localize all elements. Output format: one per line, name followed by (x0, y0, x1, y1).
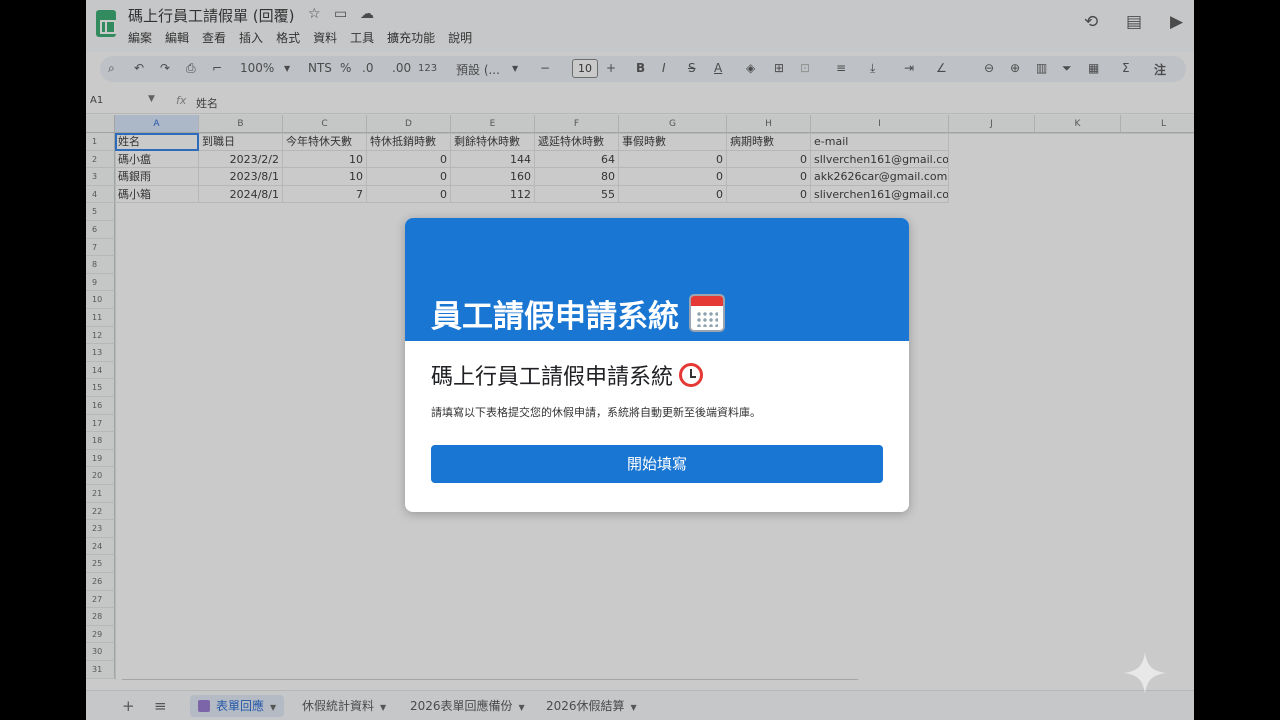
dialog-description: 請填寫以下表格提交您的休假申請，系統將自動更新至後端資料庫。 (431, 406, 761, 419)
banner-title-text: 員工請假申請系統 (431, 299, 679, 335)
banner-title: 員工請假申請系統 (431, 291, 725, 336)
sparkle-icon (1124, 652, 1166, 694)
dialog-subtitle-text: 碼上行員工請假申請系統 (431, 365, 674, 390)
dialog-banner: 員工請假申請系統 (405, 218, 909, 341)
start-filling-button[interactable]: 開始填寫 (431, 445, 883, 483)
alarm-clock-icon (679, 363, 704, 387)
spreadsheet-app: 碼上行員工請假單 (回覆) ☆ ▭ ☁ 編案 編輯 查看 插入 格式 資料 工具… (86, 0, 1194, 720)
leave-application-dialog: 員工請假申請系統 碼上行員工請假申請系統 請填寫以下表格提交您的休假申請，系統將… (405, 218, 909, 512)
calendar-icon (689, 294, 725, 332)
dialog-subtitle: 碼上行員工請假申請系統 (431, 359, 704, 391)
